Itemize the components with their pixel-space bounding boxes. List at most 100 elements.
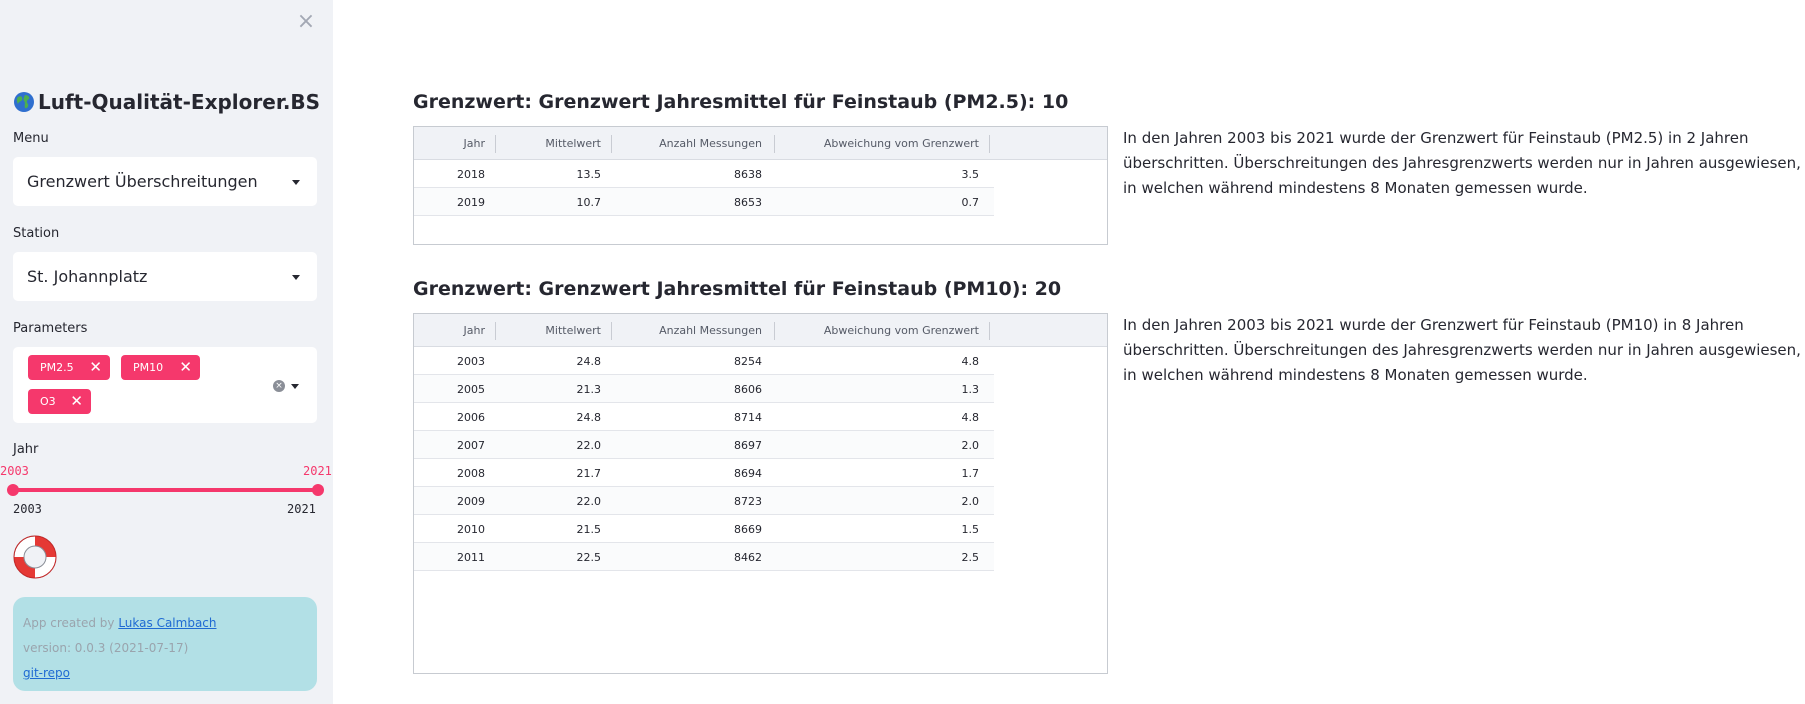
- table-cell: 2.5: [961, 551, 980, 564]
- parameters-label: Parameters: [13, 321, 88, 336]
- table-cell: 2010: [457, 523, 485, 536]
- menu-select-value: Grenzwert Überschreitungen: [27, 172, 258, 191]
- clear-all-icon[interactable]: ×: [273, 380, 285, 392]
- station-select[interactable]: St. Johannplatz: [13, 252, 317, 301]
- table-cell: 3.5: [961, 168, 980, 181]
- parameter-chip: PM2.5 ✕: [28, 355, 110, 380]
- table-cell: 24.8: [576, 411, 602, 424]
- table-cell: 2006: [457, 411, 485, 424]
- column-header[interactable]: Anzahl Messungen: [611, 137, 762, 150]
- git-repo-link[interactable]: git-repo: [23, 666, 70, 680]
- column-header[interactable]: Abweichung vom Grenzwert: [774, 324, 979, 337]
- table-cell: 4.8: [961, 355, 980, 368]
- table-cell: 22.0: [576, 439, 602, 452]
- table-cell: 1.7: [961, 467, 980, 480]
- table-header: Jahr Mittelwert Anzahl Messungen Abweich…: [414, 314, 1107, 347]
- table-cell: 21.7: [576, 467, 602, 480]
- table-cell: 2005: [457, 383, 485, 396]
- created-by-line: App created by Lukas Calmbach: [23, 611, 307, 636]
- table-cell: 8638: [734, 168, 762, 181]
- parameters-multiselect[interactable]: PM2.5 ✕ PM10 ✕ O3 ✕ ×: [13, 347, 317, 423]
- table-cell: 22.5: [576, 551, 602, 564]
- table-header: Jahr Mittelwert Anzahl Messungen Abweich…: [414, 127, 1107, 160]
- parameter-chip-label: PM10: [133, 361, 164, 374]
- column-header[interactable]: Anzahl Messungen: [611, 324, 762, 337]
- table-row: 2003 24.8 8254 4.8: [414, 347, 994, 375]
- created-by-prefix: App created by: [23, 616, 119, 630]
- table-cell: 1.3: [961, 383, 980, 396]
- table-cell: 21.3: [576, 383, 602, 396]
- slider-max-label: 2021: [287, 502, 316, 516]
- section-description-pm25: In den Jahren 2003 bis 2021 wurde der Gr…: [1123, 129, 1801, 197]
- column-header[interactable]: Mittelwert: [495, 324, 601, 337]
- table-row: 2007 22.0 8697 2.0: [414, 431, 994, 459]
- table-cell: 2.0: [961, 495, 980, 508]
- globe-icon: [14, 92, 34, 112]
- sidebar: × Luft-Qualität-Explorer.BS Menu Grenzwe…: [0, 0, 333, 704]
- parameter-chip: PM10 ✕: [121, 355, 200, 380]
- remove-chip-icon[interactable]: ✕: [179, 358, 192, 376]
- table-cell: 10.7: [576, 196, 602, 209]
- parameter-chip: O3 ✕: [28, 389, 91, 414]
- slider-min-label: 2003: [13, 502, 42, 516]
- table-cell: 1.5: [961, 523, 980, 536]
- table-row: 2005 21.3 8606 1.3: [414, 375, 994, 403]
- section-description-pm10: In den Jahren 2003 bis 2021 wurde der Gr…: [1123, 316, 1801, 384]
- table-cell: 8723: [734, 495, 762, 508]
- table-cell: 2009: [457, 495, 485, 508]
- section-title-pm25: Grenzwert: Grenzwert Jahresmittel für Fe…: [413, 91, 1069, 113]
- table-cell: 8606: [734, 383, 762, 396]
- station-label: Station: [13, 226, 60, 241]
- table-row: 2010 21.5 8669 1.5: [414, 515, 994, 543]
- table-cell: 8462: [734, 551, 762, 564]
- year-slider-track[interactable]: [13, 488, 318, 492]
- remove-chip-icon[interactable]: ✕: [89, 358, 102, 376]
- column-divider: [989, 135, 990, 153]
- table-cell: 2.0: [961, 439, 980, 452]
- chevron-down-icon[interactable]: [291, 384, 299, 389]
- slider-value-to: 2021: [303, 464, 332, 478]
- chevron-down-icon: [292, 179, 300, 185]
- app-title: Luft-Qualität-Explorer.BS: [13, 90, 320, 114]
- table-row: 2006 24.8 8714 4.8: [414, 403, 994, 431]
- table-cell: 2003: [457, 355, 485, 368]
- section-title-pm10: Grenzwert: Grenzwert Jahresmittel für Fe…: [413, 278, 1062, 300]
- column-header[interactable]: Jahr: [414, 137, 485, 150]
- table-cell: 8714: [734, 411, 762, 424]
- table-cell: 8697: [734, 439, 762, 452]
- close-sidebar-icon[interactable]: ×: [294, 10, 318, 34]
- menu-label: Menu: [13, 131, 49, 146]
- station-select-value: St. Johannplatz: [27, 267, 148, 286]
- lifebuoy-icon: [13, 535, 57, 579]
- dataframe-pm10[interactable]: Jahr Mittelwert Anzahl Messungen Abweich…: [413, 313, 1108, 674]
- app-title-text: Luft-Qualität-Explorer.BS: [38, 90, 321, 114]
- table-cell: 0.7: [961, 196, 980, 209]
- author-link[interactable]: Lukas Calmbach: [118, 616, 216, 630]
- table-cell: 24.8: [576, 355, 602, 368]
- slider-value-from: 2003: [0, 464, 29, 478]
- remove-chip-icon[interactable]: ✕: [70, 392, 83, 410]
- info-box: App created by Lukas Calmbach version: 0…: [13, 597, 317, 691]
- column-header[interactable]: Jahr: [414, 324, 485, 337]
- year-label: Jahr: [13, 442, 39, 457]
- version-text: version: 0.0.3 (2021-07-17): [23, 641, 189, 655]
- table-cell: 22.0: [576, 495, 602, 508]
- table-row: 2011 22.5 8462 2.5: [414, 543, 994, 571]
- year-slider-handle-to[interactable]: [312, 484, 324, 496]
- year-slider-handle-from[interactable]: [7, 484, 19, 496]
- column-divider: [989, 322, 990, 340]
- menu-select[interactable]: Grenzwert Überschreitungen: [13, 157, 317, 206]
- table-cell: 8254: [734, 355, 762, 368]
- table-cell: 8653: [734, 196, 762, 209]
- table-cell: 8669: [734, 523, 762, 536]
- table-cell: 21.5: [576, 523, 602, 536]
- dataframe-pm25[interactable]: Jahr Mittelwert Anzahl Messungen Abweich…: [413, 126, 1108, 245]
- table-row: 2019 10.7 8653 0.7: [414, 188, 994, 216]
- table-cell: 8694: [734, 467, 762, 480]
- table-cell: 2011: [457, 551, 485, 564]
- column-header[interactable]: Mittelwert: [495, 137, 601, 150]
- column-header[interactable]: Abweichung vom Grenzwert: [774, 137, 979, 150]
- table-cell: 2007: [457, 439, 485, 452]
- table-cell: 4.8: [961, 411, 980, 424]
- chevron-down-icon: [292, 274, 300, 280]
